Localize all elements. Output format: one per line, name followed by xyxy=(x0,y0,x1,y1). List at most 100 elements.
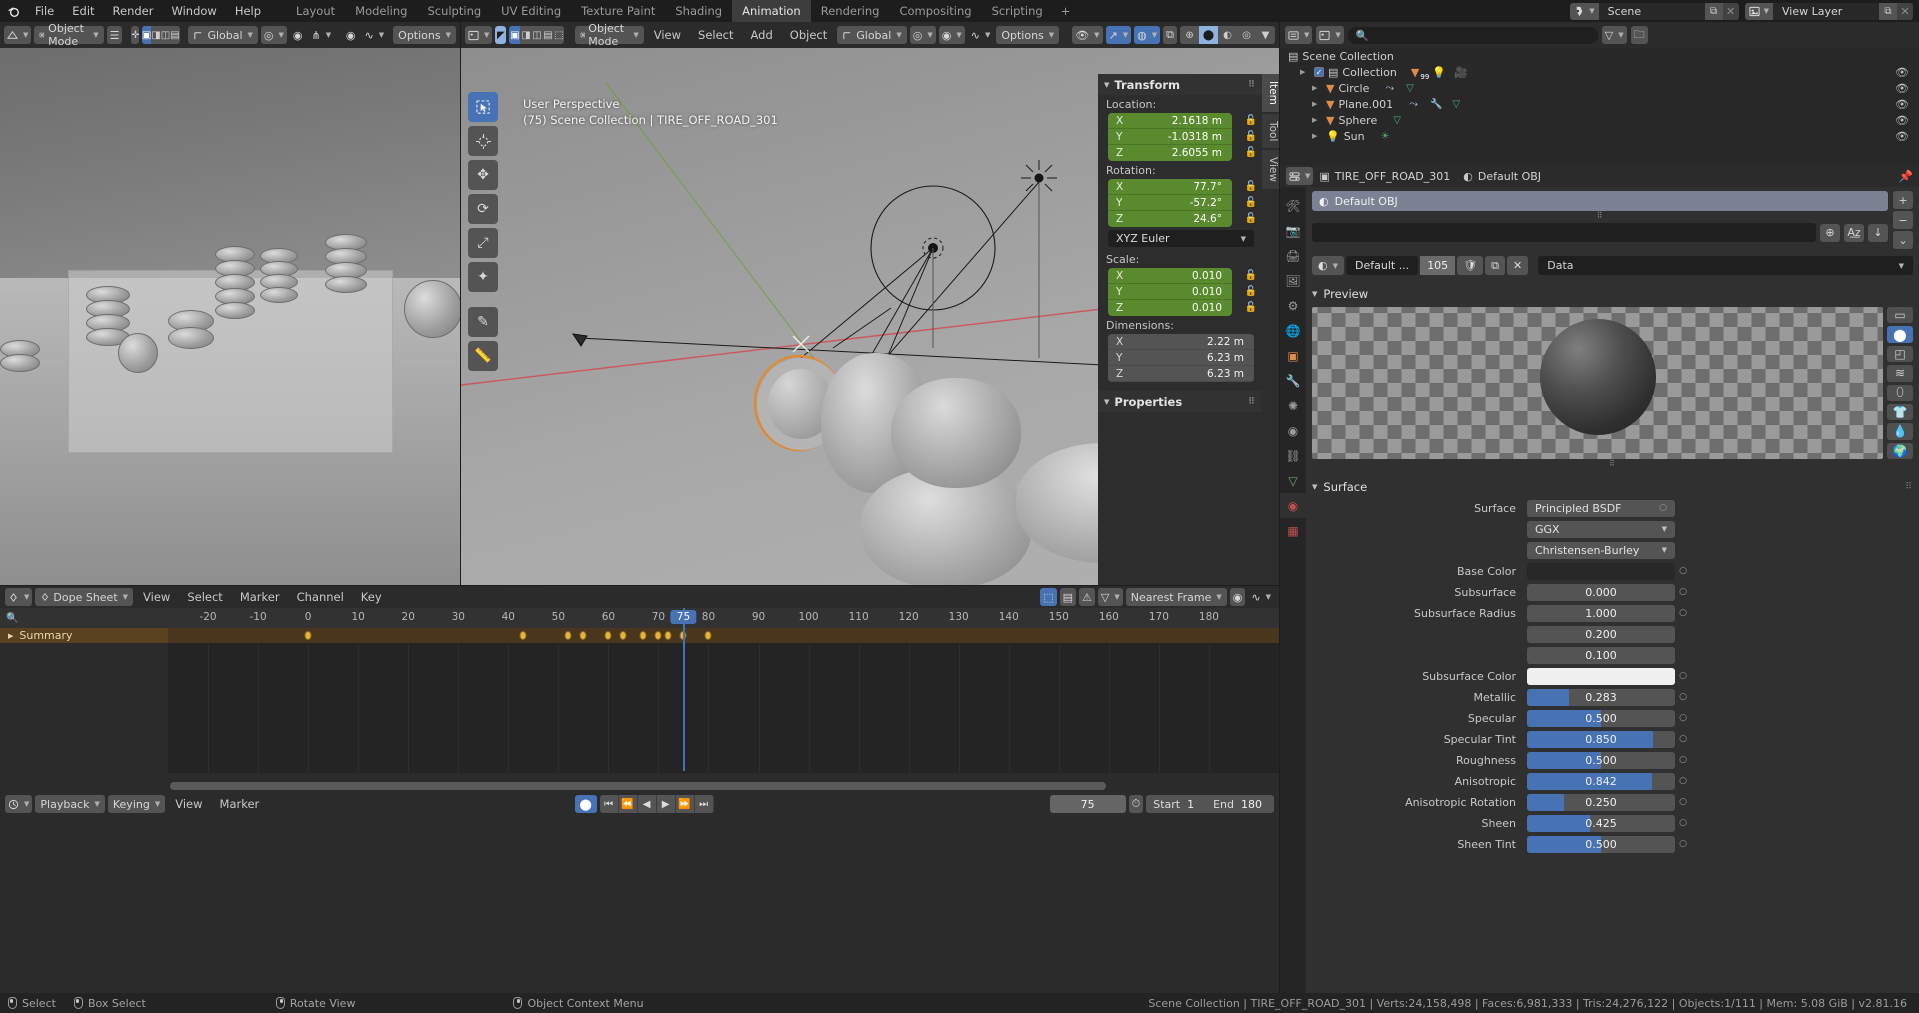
lock-icon[interactable]: 🔓 xyxy=(1245,129,1257,145)
viewport-canvas[interactable]: User Perspective (75) Scene Collection |… xyxy=(461,48,1279,585)
grip-dots-icon[interactable]: ⠿ xyxy=(1248,397,1256,407)
preview-sphere-icon[interactable]: ⬤ xyxy=(1887,326,1913,343)
proportional-edit-icon[interactable]: ◉ xyxy=(1229,588,1246,606)
fake-user-shield-icon[interactable]: 🛡 xyxy=(1457,256,1484,275)
tool-measure-icon[interactable]: 📏 xyxy=(468,341,498,371)
collapse-triangle-icon[interactable]: ▼ xyxy=(1104,398,1109,406)
dopesheet-menu-view[interactable]: View xyxy=(136,588,177,606)
end-frame-value[interactable]: 180 xyxy=(1241,798,1274,811)
tab-rendering[interactable]: Rendering xyxy=(811,0,890,22)
rotation-mode-dropdown[interactable]: XYZ Euler ▼ xyxy=(1108,230,1254,247)
select-extend-icon[interactable]: ◨ xyxy=(520,26,531,44)
xray-toggle-icon[interactable]: ⧉ xyxy=(1163,26,1178,44)
play-icon[interactable]: ▶ xyxy=(657,795,676,813)
subsurface-color-swatch[interactable] xyxy=(1527,667,1675,685)
expand-arrow-icon[interactable]: ▶ xyxy=(8,632,13,640)
expand-arrow-icon[interactable]: ▶ xyxy=(1312,132,1322,140)
viewport-snapping-button[interactable]: ◎ ▼ xyxy=(909,26,936,44)
slot-list-grip[interactable]: ⠿ xyxy=(1312,211,1888,220)
preview-resize-grip[interactable]: ⠿ xyxy=(1312,459,1913,468)
expand-arrow-icon[interactable]: ▶ xyxy=(1300,68,1310,76)
timeline-editor[interactable]: ▼ Playback ▼ Keying ▼ View Marker ⬤ ⏮ ⏪ ◀ … xyxy=(0,793,1279,993)
viewport-falloff-icon[interactable]: ∿ ▼ xyxy=(968,26,994,44)
material-link-dropdown[interactable]: Data ▼ xyxy=(1538,256,1913,275)
tab-uv-editing[interactable]: UV Editing xyxy=(491,0,571,22)
auto-keying-button[interactable]: ⬤ xyxy=(574,795,597,813)
blender-logo-icon[interactable] xyxy=(0,0,26,22)
left-options-button[interactable]: Options ▼ xyxy=(393,26,456,44)
tab-compositing[interactable]: Compositing xyxy=(889,0,981,22)
summary-keyframe-lane[interactable] xyxy=(168,628,1279,643)
scale-x-field[interactable]: X 0.010 xyxy=(1108,268,1232,284)
animate-dot-icon[interactable]: ○ xyxy=(1675,692,1691,702)
overlays-toggle-icon[interactable]: ◍ ▼ xyxy=(1134,26,1161,44)
left-3d-viewport[interactable]: ▼ Object Mode▼ ☰ ✛ ▣ ◨ ◫ ▤ ⬚ Global▼ xyxy=(0,22,460,585)
animate-dot-icon[interactable]: ○ xyxy=(1675,755,1691,765)
viewport-select-ops[interactable]: ▣ ◨ ◫ ▤ ⬚ xyxy=(509,26,565,44)
tab-object-properties[interactable]: ▣ xyxy=(1280,343,1306,368)
shading-material-icon[interactable]: ◐ xyxy=(1218,26,1237,44)
properties-editor[interactable]: ▼ ▣ TIRE_OFF_ROAD_301 ◐ Default OBJ 📌 🛠 … xyxy=(1280,165,1919,993)
remove-view-layer-button[interactable]: ✕ xyxy=(1897,2,1913,20)
add-workspace-button[interactable]: + xyxy=(1053,0,1079,22)
dopesheet-menu-key[interactable]: Key xyxy=(354,588,389,606)
dopesheet-menu-select[interactable]: Select xyxy=(180,588,229,606)
tab-scene-properties[interactable]: ⚙ xyxy=(1280,293,1306,318)
select-extend-icon[interactable]: ◨ xyxy=(151,26,160,44)
tool-select-box-icon[interactable] xyxy=(468,92,498,122)
dopesheet-filter-icon[interactable]: ▽ ▼ xyxy=(1097,588,1123,606)
preview-fluid-icon[interactable]: 💧 xyxy=(1887,423,1913,440)
subsurface-method-dropdown[interactable]: Christensen-Burley ▼ xyxy=(1527,541,1675,559)
tab-layout[interactable]: Layout xyxy=(286,0,345,22)
material-search-input[interactable] xyxy=(1312,223,1816,242)
lock-icon[interactable]: 🔓 xyxy=(1245,145,1257,161)
transport-buttons[interactable]: ⏮ ⏪ ◀ ▶ ⏩ ⏭ xyxy=(599,795,714,813)
viewport-mode-select[interactable]: Object Mode ▼ xyxy=(574,22,644,48)
current-frame-field[interactable]: 75 xyxy=(1049,795,1126,813)
lock-icon[interactable]: 🔓 xyxy=(1245,179,1257,195)
location-y-field[interactable]: Y -1.0318 m xyxy=(1108,129,1232,145)
anisotropic-rotation-slider[interactable]: 0.250 xyxy=(1527,793,1675,811)
sheen-slider[interactable]: 0.425 xyxy=(1527,814,1675,832)
keyframe-marker[interactable] xyxy=(564,631,572,640)
timeline-menu-view[interactable]: View xyxy=(168,795,209,813)
lock-icon[interactable]: 🔓 xyxy=(1245,113,1257,129)
timeline-menu-marker[interactable]: Marker xyxy=(213,795,267,813)
outliner-new-collection-button[interactable]: 🗀 xyxy=(1630,26,1648,44)
shading-rendered-icon[interactable]: ◎ xyxy=(1237,26,1256,44)
main-3d-viewport[interactable]: User Perspective (75) Scene Collection |… xyxy=(461,22,1279,585)
viewport-menu-select[interactable]: Select xyxy=(691,26,740,44)
tab-output-properties[interactable]: 🖨 xyxy=(1280,243,1306,268)
breadcrumb-material-label[interactable]: Default OBJ xyxy=(1478,170,1541,183)
keyframe-marker[interactable] xyxy=(579,631,587,640)
left-mode-select[interactable]: Object Mode ▼ xyxy=(34,22,104,48)
viewport-menu-add[interactable]: Add xyxy=(744,26,780,44)
select-invert-icon[interactable]: ▤ xyxy=(170,26,179,44)
preview-cloth-icon[interactable]: 👕 xyxy=(1887,403,1913,421)
sheen-tint-slider[interactable]: 0.500 xyxy=(1527,835,1675,853)
select-subtract-icon[interactable]: ◫ xyxy=(161,26,170,44)
preview-render-image[interactable] xyxy=(1312,307,1883,459)
scene-icon[interactable]: ▼ xyxy=(1570,2,1599,20)
lock-icon[interactable]: 🔓 xyxy=(1245,300,1257,316)
roughness-slider[interactable]: 0.500 xyxy=(1527,751,1675,769)
scale-z-field[interactable]: Z 0.010 xyxy=(1108,300,1232,316)
tab-animation[interactable]: Animation xyxy=(732,0,811,22)
lock-icon[interactable]: 🔓 xyxy=(1245,211,1257,227)
playback-popover-button[interactable]: Playback ▼ xyxy=(35,795,105,813)
tab-texture-properties[interactable]: ▦ xyxy=(1280,518,1306,543)
shading-mode-group[interactable]: ⊕ ⬤ ◐ ◎ ▼ xyxy=(1180,26,1276,44)
browse-material-button[interactable]: ◐ ▼ xyxy=(1312,256,1344,275)
dopesheet-menu-channel[interactable]: Channel xyxy=(290,588,351,606)
distribution-dropdown[interactable]: GGX ▼ xyxy=(1527,520,1675,538)
tab-constraint-properties[interactable]: ⛓ xyxy=(1280,443,1306,468)
left-select-mode[interactable]: ▣ ◨ ◫ ▤ ⬚ xyxy=(141,26,180,44)
animate-dot-icon[interactable]: ○ xyxy=(1675,713,1691,723)
dopesheet-mode-select[interactable]: Dope Sheet ▼ xyxy=(35,588,134,606)
anisotropic-slider[interactable]: 0.842 xyxy=(1527,772,1675,790)
grip-dots-icon[interactable]: ⠿ xyxy=(1905,482,1913,492)
subsurface-radius-y[interactable]: 0.200 xyxy=(1527,625,1675,643)
visibility-eye-icon[interactable]: 👁 xyxy=(1895,66,1909,79)
outliner-search-field[interactable] xyxy=(1373,29,1590,41)
preview-hair-icon[interactable]: ≋ xyxy=(1887,365,1913,382)
